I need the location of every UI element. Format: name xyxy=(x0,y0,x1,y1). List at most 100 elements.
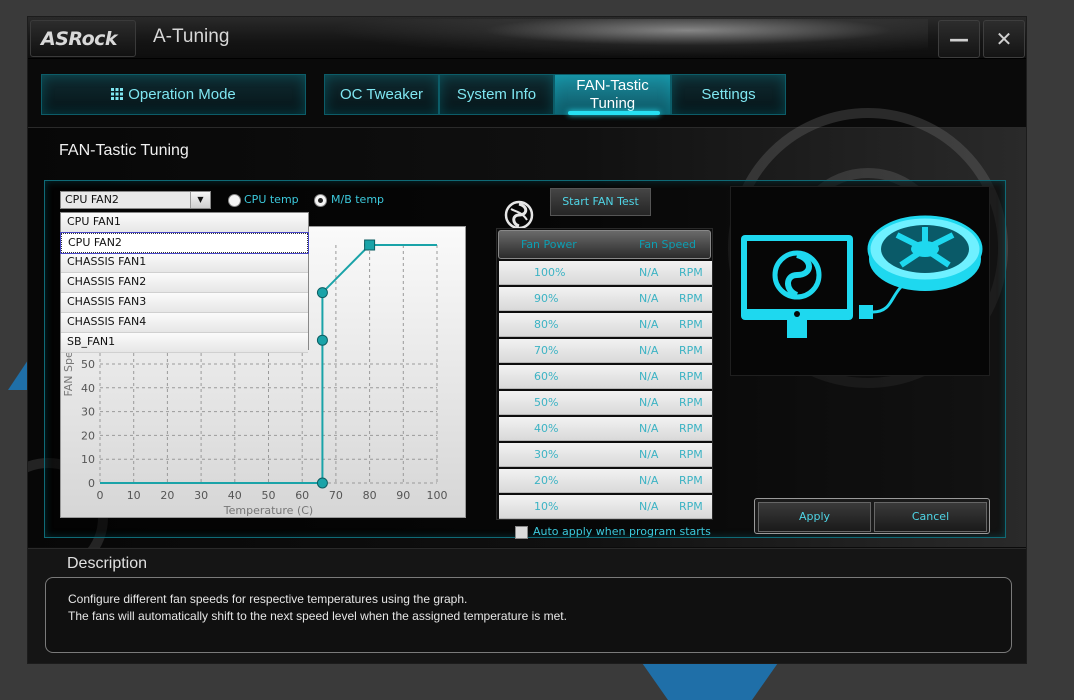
tab-oc-tweaker[interactable]: OC Tweaker xyxy=(324,74,439,115)
fan-power-cell: 50% xyxy=(534,396,559,409)
fan-option-chassis-fan4[interactable]: CHASSIS FAN4 xyxy=(61,313,308,333)
description-area: Description Configure different fan spee… xyxy=(28,548,1026,663)
rpm-unit-cell: RPM xyxy=(679,422,703,435)
x-tick-label: 100 xyxy=(427,489,448,502)
fan-curve-point[interactable] xyxy=(364,239,376,251)
minimize-icon: — xyxy=(949,27,969,51)
table-row: 70% N/A RPM xyxy=(499,339,712,363)
x-tick-label: 60 xyxy=(295,489,309,502)
y-tick-label: 50 xyxy=(81,358,95,371)
fan-speed-cell: N/A xyxy=(639,474,659,487)
fan-speed-cell: N/A xyxy=(639,370,659,383)
rpm-unit-cell: RPM xyxy=(679,292,703,305)
fan-option-sb-fan1[interactable]: SB_FAN1 xyxy=(61,333,308,353)
fan-speed-cell: N/A xyxy=(639,344,659,357)
apply-label: Apply xyxy=(798,510,831,523)
auto-apply-checkbox[interactable] xyxy=(515,526,528,539)
fan-option-chassis-fan3[interactable]: CHASSIS FAN3 xyxy=(61,293,308,313)
tab-label: OC Tweaker xyxy=(339,86,424,103)
fan-option-chassis-fan1[interactable]: CHASSIS FAN1 xyxy=(61,253,308,273)
fan-option-cpu-fan2[interactable]: CPU FAN2 xyxy=(60,232,309,254)
description-title: Description xyxy=(67,555,148,572)
x-tick-label: 20 xyxy=(160,489,174,502)
table-row: 50% N/A RPM xyxy=(499,391,712,415)
x-tick-label: 30 xyxy=(194,489,208,502)
header-fan-speed: Fan Speed xyxy=(639,238,697,251)
fan-speed-cell: N/A xyxy=(639,500,659,513)
description-box: Configure different fan speeds for respe… xyxy=(45,577,1012,653)
table-row: 40% N/A RPM xyxy=(499,417,712,441)
x-tick-label: 10 xyxy=(127,489,141,502)
rpm-unit-cell: RPM xyxy=(679,396,703,409)
page-title: FAN-Tastic Tuning xyxy=(59,142,189,159)
table-row: 10% N/A RPM xyxy=(499,495,712,519)
fan-power-cell: 40% xyxy=(534,422,559,435)
fan-power-cell: 70% xyxy=(534,344,559,357)
tab-system-info[interactable]: System Info xyxy=(439,74,554,115)
close-icon: ✕ xyxy=(995,27,1013,51)
fan-speed-cell: N/A xyxy=(639,292,659,305)
fan-curve-point[interactable] xyxy=(316,334,328,346)
tab-label: Operation Mode xyxy=(128,86,236,103)
tab-operation-mode[interactable]: Operation Mode xyxy=(41,74,306,115)
desktop-background-shape xyxy=(640,660,780,700)
fan-speed-cell: N/A xyxy=(639,448,659,461)
auto-apply-label: Auto apply when program starts xyxy=(533,525,711,538)
description-line-1: Configure different fan speeds for respe… xyxy=(68,592,468,606)
x-axis-label: Temperature (C) xyxy=(223,504,313,517)
title-bar[interactable]: ASRock A-Tuning — ✕ xyxy=(28,17,1026,59)
rpm-unit-cell: RPM xyxy=(679,448,703,461)
x-tick-label: 40 xyxy=(228,489,242,502)
table-row: 30% N/A RPM xyxy=(499,443,712,467)
rpm-unit-cell: RPM xyxy=(679,500,703,513)
table-row: 60% N/A RPM xyxy=(499,365,712,389)
app-window: ASRock A-Tuning — ✕ Operation Mode OC Tw… xyxy=(27,16,1027,664)
x-tick-label: 70 xyxy=(329,489,343,502)
table-row: 90% N/A RPM xyxy=(499,287,712,311)
mb-temp-radio[interactable] xyxy=(314,194,327,207)
tab-label-line1: FAN-Tastic xyxy=(576,77,649,94)
fan-curve-point[interactable] xyxy=(316,477,328,489)
minimize-button[interactable]: — xyxy=(938,20,980,58)
chevron-down-icon[interactable]: ▼ xyxy=(190,192,210,208)
y-tick-label: 0 xyxy=(88,477,95,490)
content-area: FAN-Tastic Tuning CPU FAN2 ▼ CPU temp M/… xyxy=(28,108,1026,578)
fan-speed-cell: N/A xyxy=(639,422,659,435)
x-tick-label: 0 xyxy=(97,489,104,502)
y-tick-label: 10 xyxy=(81,453,95,466)
x-tick-label: 50 xyxy=(262,489,276,502)
cpu-temp-label: CPU temp xyxy=(244,193,299,206)
start-fan-test-button[interactable]: Start FAN Test xyxy=(550,188,651,216)
fan-option-chassis-fan2[interactable]: CHASSIS FAN2 xyxy=(61,273,308,293)
mb-temp-label: M/B temp xyxy=(331,193,385,206)
cpu-temp-radio[interactable] xyxy=(228,194,241,207)
fan-option-cpu-fan1[interactable]: CPU FAN1 xyxy=(61,213,308,233)
tab-fan-tastic-tuning[interactable]: FAN-Tastic Tuning xyxy=(554,74,671,115)
fan-power-cell: 100% xyxy=(534,266,566,279)
tab-settings[interactable]: Settings xyxy=(671,74,786,115)
fan-speed-cell: N/A xyxy=(639,266,659,279)
swirl-icon xyxy=(504,200,534,230)
rpm-unit-cell: RPM xyxy=(679,344,703,357)
rpm-unit-cell: RPM xyxy=(679,370,703,383)
close-button[interactable]: ✕ xyxy=(983,20,1025,58)
fan-power-cell: 30% xyxy=(534,448,559,461)
fan-speed-table: Fan Power Fan Speed 100% N/A RPM 90% N/A RPM 8… xyxy=(496,228,713,520)
apply-button[interactable]: Apply xyxy=(758,502,871,532)
cancel-button[interactable]: Cancel xyxy=(874,502,987,532)
fan-select-dropdown[interactable]: CPU FAN1 CPU FAN2 CHASSIS FAN1 CHASSIS F… xyxy=(60,212,309,353)
table-row: 80% N/A RPM xyxy=(499,313,712,337)
action-buttons: Apply Cancel xyxy=(754,498,990,534)
fan-select[interactable]: CPU FAN2 ▼ xyxy=(60,191,211,209)
tab-label: System Info xyxy=(456,86,537,103)
fan-curve-point[interactable] xyxy=(316,287,328,299)
monitor-fan-icon xyxy=(741,215,983,338)
header-fan-power: Fan Power xyxy=(521,238,577,251)
description-line-2: The fans will automatically shift to the… xyxy=(68,609,567,623)
x-tick-label: 90 xyxy=(396,489,410,502)
app-title: A-Tuning xyxy=(153,26,230,47)
fan-speed-cell: N/A xyxy=(639,318,659,331)
fan-power-cell: 60% xyxy=(534,370,559,383)
fan-power-cell: 10% xyxy=(534,500,559,513)
fan-illustration xyxy=(730,186,990,376)
